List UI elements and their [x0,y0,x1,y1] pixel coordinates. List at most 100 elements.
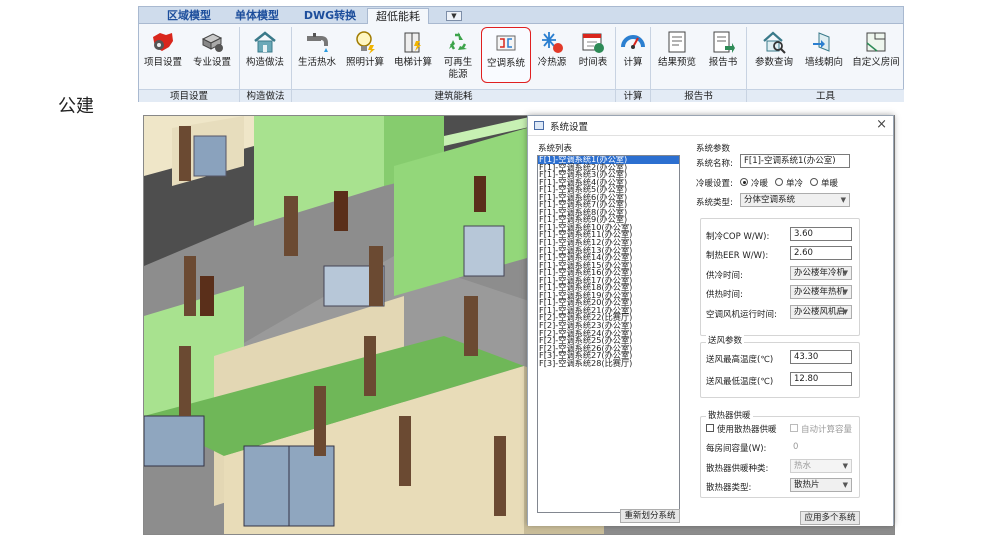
ribbon-minimize-button[interactable]: ▼ [446,11,462,21]
cooling-time-select[interactable]: 办公楼年冷机 ▼ [790,266,852,280]
tab-single-model[interactable]: 单体模型 [227,8,287,24]
auto-calc-label: 自动计算容量 [801,425,853,435]
min-supply-temp-label: 送风最低温度(℃) [706,377,774,387]
dialog-title: 系统设置 [550,122,589,133]
cooling-time-value: 办公楼年冷机 [794,268,846,278]
construction-method-button[interactable]: 构造做法 [242,27,288,83]
schedule-button[interactable]: 时间表 [573,27,613,83]
group-tools: 工具 [747,89,904,102]
dialog-body: 系统列表 F[1]-空调系统1(办公室) F[1]-空调系统2(办公室) F[1]-… [528,136,893,526]
close-icon[interactable]: × [876,117,887,132]
system-type-select[interactable]: 分体空调系统 ▼ [740,193,850,207]
group-construction: 构造做法 [240,89,291,102]
system-name-field[interactable]: F[1]-空调系统1(办公室) [740,154,850,168]
heating-time-label: 供热时间: [706,290,743,300]
report-icon [713,31,735,53]
heat-cold-source-label: 冷热源 [537,57,567,68]
construction-method-label: 构造做法 [245,57,284,68]
regroup-systems-button[interactable]: 重新划分系统 [620,509,680,523]
radiator-heat-type-label: 散热器供暖种类: [706,464,769,474]
report-label: 报告书 [708,57,738,68]
cop-field[interactable]: 3.60 [790,227,852,241]
system-settings-dialog: 系统设置 × 系统列表 F[1]-空调系统1(办公室) F[1]-空调系统2(办公… [527,115,894,526]
schedule-icon [582,33,604,53]
max-supply-temp-field[interactable]: 43.30 [790,350,852,364]
group-calculate: 计算 [616,89,650,102]
chevron-down-icon: ▼ [842,462,848,470]
custom-room-label: 自定义房间 [852,57,900,68]
chevron-down-icon: ▼ [842,481,848,489]
result-preview-label: 结果预览 [657,57,696,68]
custom-room-icon [866,32,886,52]
group-report: 报告书 [651,89,746,102]
chevron-down-icon: ▼ [840,196,846,204]
parameter-query-icon [763,31,786,54]
lighting-calc-button[interactable]: 照明计算 [342,27,388,83]
radiator-type-select[interactable]: 散热片 ▼ [790,478,852,492]
system-type-value: 分体空调系统 [744,195,796,205]
fan-time-label: 空调风机运行时间: [706,310,777,320]
lighting-calc-icon [356,31,375,54]
elevator-calc-label: 电梯计算 [393,57,432,68]
project-settings-label: 项目设置 [143,57,182,68]
cooling-time-label: 供冷时间: [706,271,743,281]
eer-field[interactable]: 2.60 [790,246,852,260]
radiator-heat-type-select[interactable]: 热水 ▼ [790,459,852,473]
system-list-item[interactable]: F[3]-空调系统28(比赛厅) [538,359,679,368]
mode-option-cool-heat: 冷暖 [751,179,769,189]
apply-multiple-systems-button[interactable]: 应用多个系统 [800,511,860,525]
renewable-energy-button[interactable]: 可再生 能源 [438,27,478,83]
eer-label: 制热EER W/W): [706,251,769,261]
mode-option-cool-only: 单冷 [786,179,804,189]
discipline-settings-button[interactable]: 专业设置 [188,27,236,83]
elevator-calc-icon [404,32,421,53]
result-preview-icon [668,31,686,53]
fan-time-value: 办公楼风机启 [794,307,846,317]
dialog-title-bar[interactable]: 系统设置 × [528,116,893,136]
wall-orientation-icon [813,32,830,52]
chevron-down-icon: ▼ [842,288,848,296]
hvac-system-label: 空调系统 [486,58,525,69]
system-list[interactable]: F[1]-空调系统1(办公室) F[1]-空调系统2(办公室) F[1]-空调系统3… [537,155,680,513]
domestic-hot-water-label: 生活热水 [297,57,336,68]
domestic-hot-water-icon [307,33,328,52]
mode-radio-cool-heat[interactable] [740,178,748,186]
supply-air-title: 送风参数 [706,334,745,346]
window-icon [534,121,544,130]
heat-cold-source-icon [542,32,563,53]
auto-calc-checkbox[interactable] [790,424,798,432]
mode-option-heat-only: 单暖 [821,179,839,189]
parameter-query-button[interactable]: 参数查询 [749,27,799,83]
tab-ultra-low-energy[interactable]: 超低能耗 [367,8,429,24]
custom-room-button[interactable]: 自定义房间 [849,27,903,83]
ribbon-tab-bar: 区域模型 单体模型 DWG转换 超低能耗 ▼ [139,7,903,24]
elevator-calc-button[interactable]: 电梯计算 [390,27,436,83]
tab-dwg-convert[interactable]: DWG转换 [297,8,363,24]
tab-region-model[interactable]: 区域模型 [159,8,219,24]
radiator-title: 散热器供暖 [706,409,753,421]
calculate-label: 计算 [623,57,643,68]
wall-orientation-button[interactable]: 墙线朝向 [801,27,847,83]
mode-radio-cool-only[interactable] [775,178,783,186]
mode-radio-heat-only[interactable] [810,178,818,186]
hvac-system-icon [496,35,516,51]
min-supply-temp-field[interactable]: 12.80 [790,372,852,386]
report-button[interactable]: 报告书 [703,27,743,83]
result-preview-button[interactable]: 结果预览 [653,27,701,83]
use-radiator-checkbox[interactable] [706,424,714,432]
ribbon-toolbar: 区域模型 单体模型 DWG转换 超低能耗 ▼ 项目设置 专业设置 构造做法 生活… [138,6,904,102]
project-settings-icon [153,33,173,51]
heat-cold-source-button[interactable]: 冷热源 [533,27,571,83]
system-name-label: 系统名称: [696,159,733,169]
hvac-system-button[interactable]: 空调系统 [481,27,531,83]
heating-time-select[interactable]: 办公楼年热机 ▼ [790,285,852,299]
lighting-calc-label: 照明计算 [345,57,384,68]
domestic-hot-water-button[interactable]: 生活热水 [294,27,340,83]
schedule-label: 时间表 [578,57,608,68]
fan-time-select[interactable]: 办公楼风机启 ▼ [790,305,852,319]
chevron-down-icon: ▼ [842,269,848,277]
project-settings-button[interactable]: 项目设置 [141,27,185,83]
renewable-energy-icon [449,32,467,50]
mode-label: 冷暖设置: [696,179,733,189]
calculate-button[interactable]: 计算 [618,27,648,83]
